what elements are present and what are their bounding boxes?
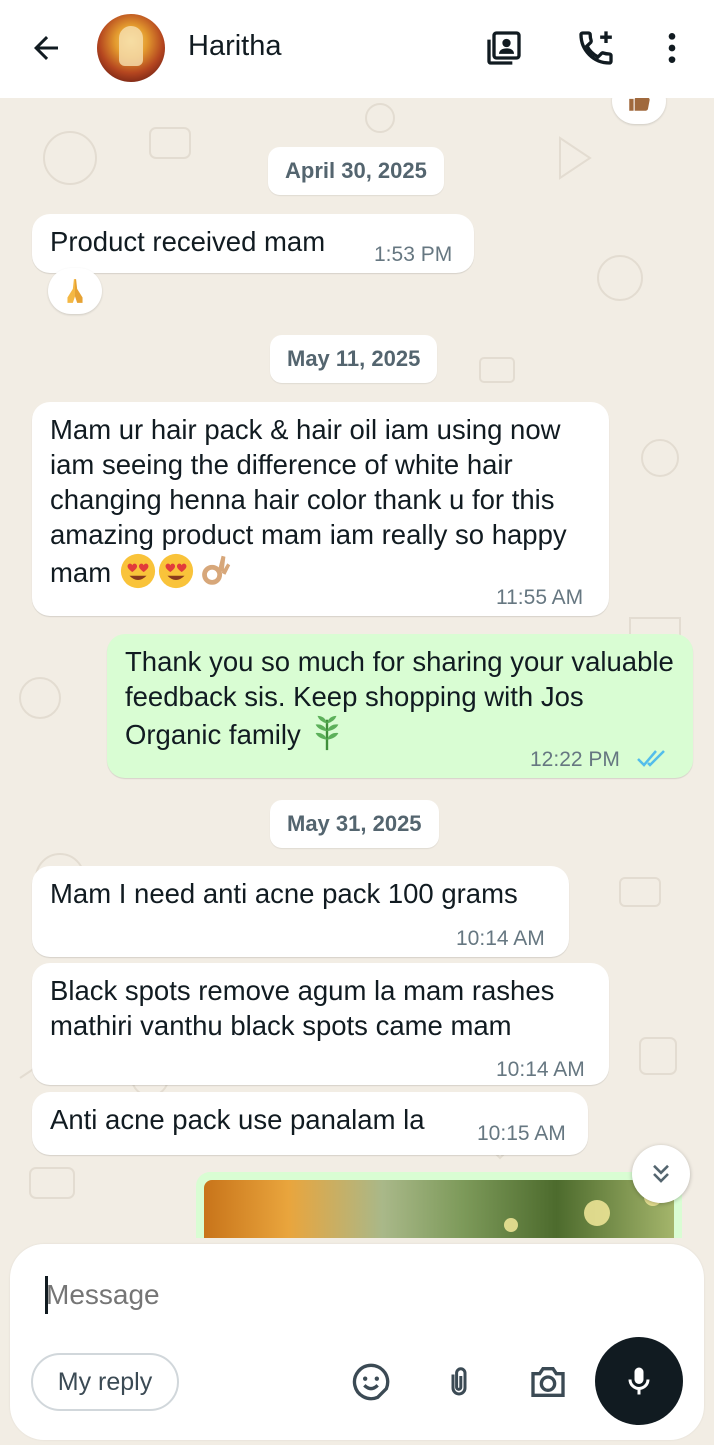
message-time: 1:53 PM: [374, 243, 453, 266]
scroll-to-bottom-button[interactable]: [632, 1145, 690, 1203]
camera-icon[interactable]: [525, 1359, 571, 1405]
message-time: 12:22 PM: [530, 748, 620, 771]
heart-eyes-emoji: [158, 553, 193, 589]
read-receipt-icon: [636, 747, 668, 769]
sticker-icon[interactable]: [348, 1359, 394, 1405]
message-text: Mam I need anti acne pack 100 grams: [50, 878, 518, 909]
contact-card-icon[interactable]: [482, 26, 526, 70]
message-input[interactable]: [46, 1274, 546, 1316]
attach-icon[interactable]: [436, 1359, 482, 1405]
message-bubble-incoming[interactable]: Mam ur hair pack & hair oil iam using no…: [32, 402, 609, 616]
mic-button[interactable]: [595, 1337, 683, 1425]
text-caret: [45, 1276, 48, 1314]
message-text: Anti acne pack use panalam la: [50, 1104, 425, 1135]
add-call-icon[interactable]: [574, 26, 618, 70]
message-text: Thank you so much for sharing your valua…: [125, 646, 682, 750]
chat-header: Haritha: [0, 0, 714, 98]
image-message[interactable]: [196, 1172, 682, 1238]
date-chip: May 11, 2025: [270, 335, 438, 383]
photo-thumbnail: [204, 1180, 674, 1238]
date-chip: April 30, 2025: [268, 147, 444, 195]
message-time: 11:55 AM: [496, 586, 584, 609]
more-options-icon[interactable]: [650, 26, 694, 70]
folded-hands-reaction[interactable]: [48, 268, 102, 314]
herb-emoji: [315, 715, 339, 751]
ok-hand-emoji: [201, 555, 230, 585]
contact-name[interactable]: Haritha: [188, 30, 282, 63]
message-time: 10:14 AM: [496, 1058, 585, 1081]
thumbs-up-emoji: [629, 98, 650, 111]
double-chevron-down-icon: [653, 1164, 669, 1183]
quick-reply-button[interactable]: My reply: [31, 1353, 179, 1411]
date-chip: May 31, 2025: [270, 800, 439, 848]
folded-hands-emoji: [67, 279, 83, 303]
back-arrow-icon[interactable]: [26, 28, 66, 68]
mic-icon: [628, 1367, 650, 1395]
message-text: Black spots remove agum la mam rashes ma…: [50, 975, 562, 1041]
message-time: 10:15 AM: [477, 1122, 566, 1145]
message-time: 10:14 AM: [456, 927, 545, 950]
message-text: Product received mam: [50, 226, 326, 257]
avatar[interactable]: [97, 14, 165, 82]
message-composer: My reply: [10, 1244, 704, 1440]
chat-area[interactable]: April 30, 2025 Product received mam 1:53…: [0, 98, 714, 1238]
heart-eyes-emoji: [120, 553, 155, 589]
